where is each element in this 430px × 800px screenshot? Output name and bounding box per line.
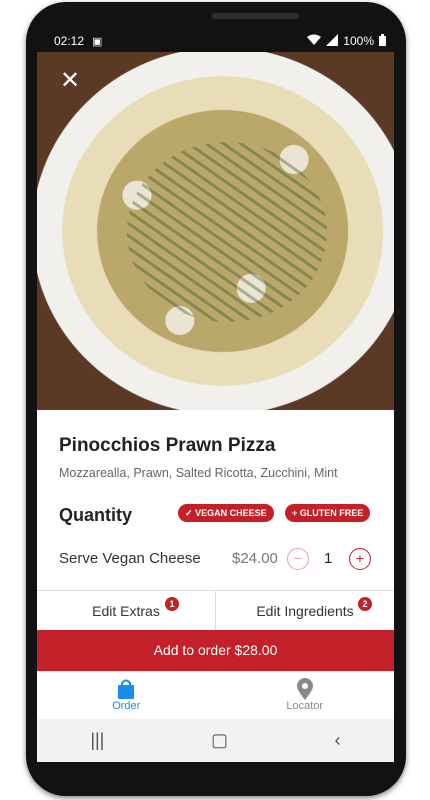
recent-apps-icon[interactable]: ||| bbox=[90, 730, 104, 751]
tab-label: Locator bbox=[286, 700, 324, 712]
extras-count-badge: 1 bbox=[165, 597, 179, 611]
shopping-bag-icon bbox=[37, 678, 216, 700]
vegan-cheese-badge[interactable]: ✓ VEGAN CHEESE bbox=[178, 504, 274, 522]
edit-options-row: Edit Extras 1 Edit Ingredients 2 bbox=[37, 590, 394, 631]
item-title: Pinocchios Prawn Pizza bbox=[59, 435, 276, 456]
ingredients-count-badge: 2 bbox=[358, 597, 372, 611]
photo-detail bbox=[127, 142, 327, 322]
quantity-label: Quantity bbox=[59, 505, 133, 525]
add-to-order-button[interactable]: Add to order $28.00 bbox=[37, 630, 394, 671]
status-time: 02:12 bbox=[54, 34, 85, 48]
plus-icon: + bbox=[292, 508, 298, 518]
back-icon[interactable]: ‹ bbox=[335, 730, 341, 751]
check-icon: ✓ bbox=[185, 508, 193, 518]
bottom-tab-bar: Order Locator bbox=[37, 671, 394, 720]
status-bar: 02:12 ▣ 100% bbox=[37, 30, 394, 52]
pizza-photo bbox=[37, 52, 394, 410]
decrease-quantity-button[interactable]: − bbox=[287, 548, 309, 570]
quantity-value: 1 bbox=[324, 550, 333, 567]
increase-quantity-button[interactable]: + bbox=[349, 548, 371, 570]
edit-extras-button[interactable]: Edit Extras 1 bbox=[37, 591, 216, 631]
tab-locator[interactable]: Locator bbox=[216, 672, 395, 720]
tab-label: Order bbox=[112, 700, 141, 712]
item-description: Mozzarealla, Prawn, Salted Ricotta, Zucc… bbox=[59, 466, 338, 480]
gluten-free-badge[interactable]: + GLUTEN FREE bbox=[285, 504, 371, 522]
home-icon[interactable]: ▢ bbox=[211, 730, 228, 751]
location-pin-icon bbox=[216, 678, 395, 700]
notification-icon: ▣ bbox=[92, 35, 103, 48]
badge-label: VEGAN CHEESE bbox=[195, 508, 267, 518]
tab-order[interactable]: Order bbox=[37, 672, 216, 720]
battery-percent: 100% bbox=[343, 34, 374, 48]
edit-ingredients-button[interactable]: Edit Ingredients 2 bbox=[216, 591, 394, 631]
edit-extras-label: Edit Extras bbox=[92, 603, 160, 619]
app-screen: 02:12 ▣ 100% ✕ Pinocchios Prawn Pizza Mo… bbox=[37, 30, 394, 762]
badge-label: GLUTEN FREE bbox=[299, 508, 364, 518]
system-nav-bar: ||| ▢ ‹ bbox=[37, 719, 394, 762]
signal-icon bbox=[326, 33, 339, 49]
status-right: 100% bbox=[307, 33, 386, 49]
item-price: $24.00 bbox=[232, 550, 278, 567]
edit-ingredients-label: Edit Ingredients bbox=[256, 603, 354, 619]
close-icon[interactable]: ✕ bbox=[57, 68, 83, 94]
speaker-grille bbox=[211, 13, 299, 19]
wifi-icon bbox=[307, 34, 322, 49]
serve-option-label: Serve Vegan Cheese bbox=[59, 550, 201, 567]
battery-icon bbox=[379, 33, 386, 49]
